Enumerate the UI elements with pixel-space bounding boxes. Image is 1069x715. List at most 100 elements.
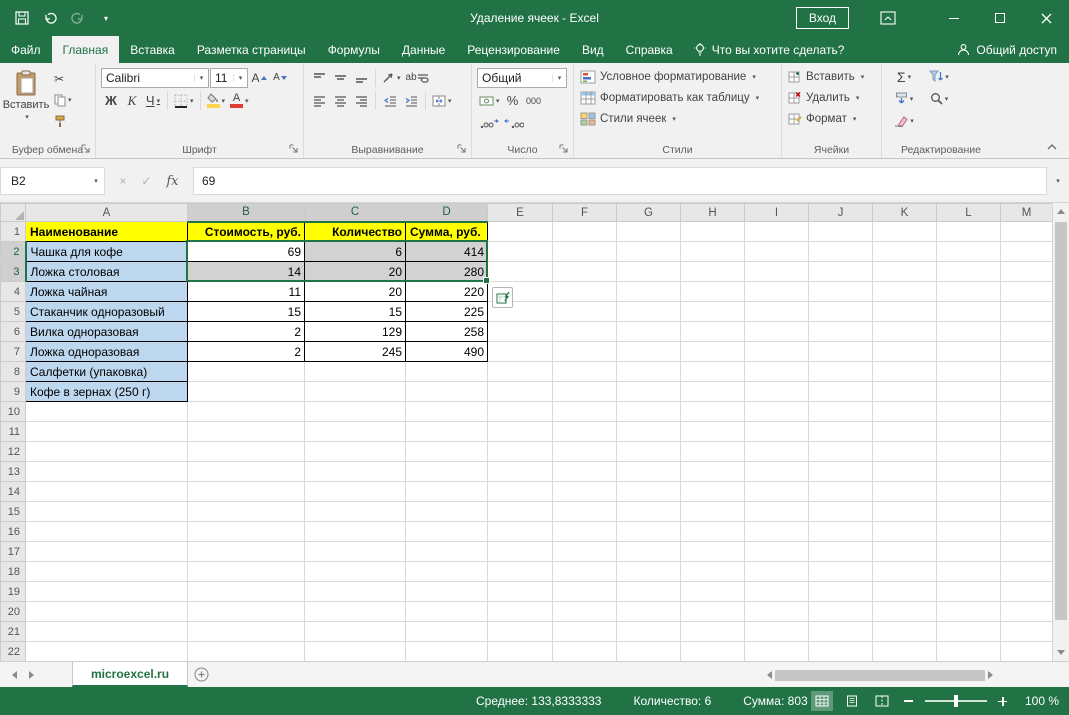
column-header-G[interactable]: G bbox=[617, 204, 681, 222]
cell-G8[interactable] bbox=[617, 362, 681, 382]
cell-D20[interactable] bbox=[406, 602, 488, 622]
cell-H14[interactable] bbox=[681, 482, 745, 502]
cut-button[interactable]: ✂ bbox=[52, 69, 93, 89]
cell-F17[interactable] bbox=[553, 542, 617, 562]
cell-H20[interactable] bbox=[681, 602, 745, 622]
cell-H6[interactable] bbox=[681, 322, 745, 342]
minimize-button[interactable] bbox=[931, 0, 977, 36]
increase-indent-button[interactable] bbox=[401, 90, 421, 111]
cell-H5[interactable] bbox=[681, 302, 745, 322]
cell-A21[interactable] bbox=[26, 622, 188, 642]
cell-L11[interactable] bbox=[937, 422, 1001, 442]
column-header-I[interactable]: I bbox=[745, 204, 809, 222]
cell-J1[interactable] bbox=[809, 222, 873, 242]
sign-in-button[interactable]: Вход bbox=[796, 7, 849, 29]
column-header-M[interactable]: M bbox=[1001, 204, 1053, 222]
cell-K1[interactable] bbox=[873, 222, 937, 242]
cell-M9[interactable] bbox=[1001, 382, 1053, 402]
cell-I20[interactable] bbox=[745, 602, 809, 622]
cell-F7[interactable] bbox=[553, 342, 617, 362]
cell-M18[interactable] bbox=[1001, 562, 1053, 582]
cell-B17[interactable] bbox=[188, 542, 305, 562]
cell-B9[interactable] bbox=[188, 382, 305, 402]
cell-B10[interactable] bbox=[188, 402, 305, 422]
cell-L12[interactable] bbox=[937, 442, 1001, 462]
tab-file[interactable]: Файл bbox=[0, 36, 52, 63]
number-dialog-launcher[interactable] bbox=[559, 144, 570, 155]
cell-E10[interactable] bbox=[488, 402, 553, 422]
cell-F10[interactable] bbox=[553, 402, 617, 422]
cell-L15[interactable] bbox=[937, 502, 1001, 522]
cell-F6[interactable] bbox=[553, 322, 617, 342]
italic-button[interactable]: К bbox=[122, 90, 142, 111]
cell-B7[interactable]: 2 bbox=[188, 342, 305, 362]
cell-K17[interactable] bbox=[873, 542, 937, 562]
cell-K3[interactable] bbox=[873, 262, 937, 282]
cell-D12[interactable] bbox=[406, 442, 488, 462]
tab-home[interactable]: Главная bbox=[52, 36, 120, 63]
cell-J22[interactable] bbox=[809, 642, 873, 662]
cell-K19[interactable] bbox=[873, 582, 937, 602]
clear-button[interactable]: ▾ bbox=[886, 110, 922, 131]
cell-B6[interactable]: 2 bbox=[188, 322, 305, 342]
insert-function-button[interactable]: fx bbox=[166, 174, 178, 189]
cell-I5[interactable] bbox=[745, 302, 809, 322]
cell-L7[interactable] bbox=[937, 342, 1001, 362]
cell-M3[interactable] bbox=[1001, 262, 1053, 282]
cell-J4[interactable] bbox=[809, 282, 873, 302]
cell-C20[interactable] bbox=[305, 602, 406, 622]
cell-M2[interactable] bbox=[1001, 242, 1053, 262]
cell-L6[interactable] bbox=[937, 322, 1001, 342]
cell-K16[interactable] bbox=[873, 522, 937, 542]
cell-K20[interactable] bbox=[873, 602, 937, 622]
cell-K4[interactable] bbox=[873, 282, 937, 302]
cell-K7[interactable] bbox=[873, 342, 937, 362]
cell-C15[interactable] bbox=[305, 502, 406, 522]
cell-C21[interactable] bbox=[305, 622, 406, 642]
cell-C17[interactable] bbox=[305, 542, 406, 562]
cell-H3[interactable] bbox=[681, 262, 745, 282]
zoom-slider[interactable] bbox=[925, 700, 987, 702]
cell-I2[interactable] bbox=[745, 242, 809, 262]
cell-L20[interactable] bbox=[937, 602, 1001, 622]
cell-M10[interactable] bbox=[1001, 402, 1053, 422]
cell-C5[interactable]: 15 bbox=[305, 302, 406, 322]
cell-I1[interactable] bbox=[745, 222, 809, 242]
cell-J9[interactable] bbox=[809, 382, 873, 402]
cell-F8[interactable] bbox=[553, 362, 617, 382]
cell-I4[interactable] bbox=[745, 282, 809, 302]
row-header-2[interactable]: 2 bbox=[1, 242, 26, 262]
fill-button[interactable]: ▾ bbox=[886, 88, 922, 109]
select-all-button[interactable] bbox=[1, 204, 26, 222]
grow-font-button[interactable]: А bbox=[249, 67, 269, 88]
cell-G17[interactable] bbox=[617, 542, 681, 562]
confirm-entry-button[interactable]: ✓ bbox=[141, 174, 151, 188]
delete-cells-button[interactable]: Удалить ▾ bbox=[786, 87, 879, 108]
cell-D4[interactable]: 220 bbox=[406, 282, 488, 302]
row-header-12[interactable]: 12 bbox=[1, 442, 26, 462]
cell-F5[interactable] bbox=[553, 302, 617, 322]
cell-L1[interactable] bbox=[937, 222, 1001, 242]
cell-L21[interactable] bbox=[937, 622, 1001, 642]
cell-B19[interactable] bbox=[188, 582, 305, 602]
cell-K11[interactable] bbox=[873, 422, 937, 442]
cell-F3[interactable] bbox=[553, 262, 617, 282]
cell-C12[interactable] bbox=[305, 442, 406, 462]
cell-J20[interactable] bbox=[809, 602, 873, 622]
cell-I13[interactable] bbox=[745, 462, 809, 482]
cell-E11[interactable] bbox=[488, 422, 553, 442]
cell-F15[interactable] bbox=[553, 502, 617, 522]
cell-I15[interactable] bbox=[745, 502, 809, 522]
cell-F19[interactable] bbox=[553, 582, 617, 602]
cell-E8[interactable] bbox=[488, 362, 553, 382]
format-as-table-button[interactable]: Форматировать как таблицу ▾ bbox=[578, 87, 779, 108]
horizontal-scrollbar-thumb[interactable] bbox=[775, 670, 985, 681]
next-sheet-button[interactable] bbox=[29, 671, 34, 679]
font-name-combo[interactable]: Calibri▾ bbox=[101, 68, 209, 88]
cell-G9[interactable] bbox=[617, 382, 681, 402]
cell-I14[interactable] bbox=[745, 482, 809, 502]
cell-I6[interactable] bbox=[745, 322, 809, 342]
column-header-F[interactable]: F bbox=[553, 204, 617, 222]
collapse-ribbon-button[interactable] bbox=[1043, 140, 1061, 154]
cell-L13[interactable] bbox=[937, 462, 1001, 482]
